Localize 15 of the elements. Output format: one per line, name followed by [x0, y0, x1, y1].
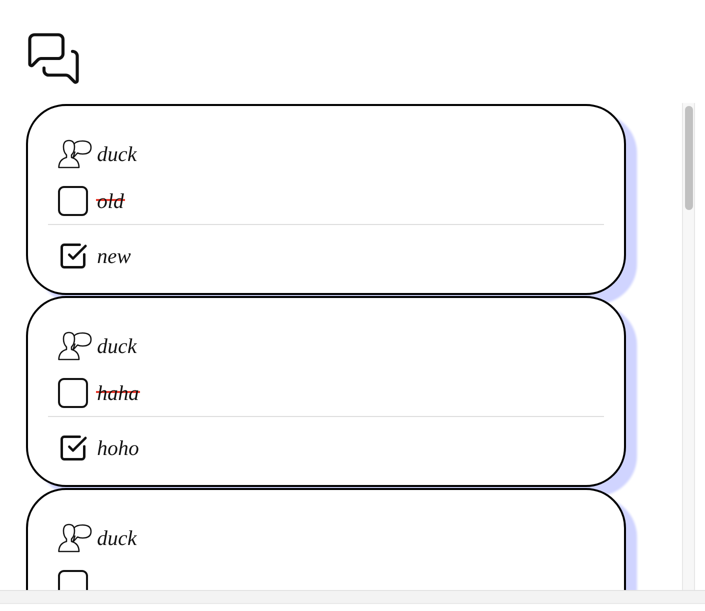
user-speech-icon	[58, 523, 92, 553]
checkbox[interactable]	[58, 186, 88, 216]
user-speech-icon	[58, 139, 92, 169]
author-name: duck	[97, 525, 137, 551]
option-text: hoho	[97, 435, 139, 461]
author-name: duck	[97, 141, 137, 167]
scrollbar-thumb[interactable]	[685, 106, 693, 210]
checkbox[interactable]	[58, 241, 88, 271]
author-name: duck	[97, 333, 137, 359]
chat-bubbles-icon	[25, 30, 82, 87]
option-text: new	[97, 243, 131, 269]
scrollbar-track[interactable]	[682, 103, 695, 590]
checkbox[interactable]	[58, 433, 88, 463]
user-speech-icon	[58, 331, 92, 361]
checkbox[interactable]	[58, 378, 88, 408]
